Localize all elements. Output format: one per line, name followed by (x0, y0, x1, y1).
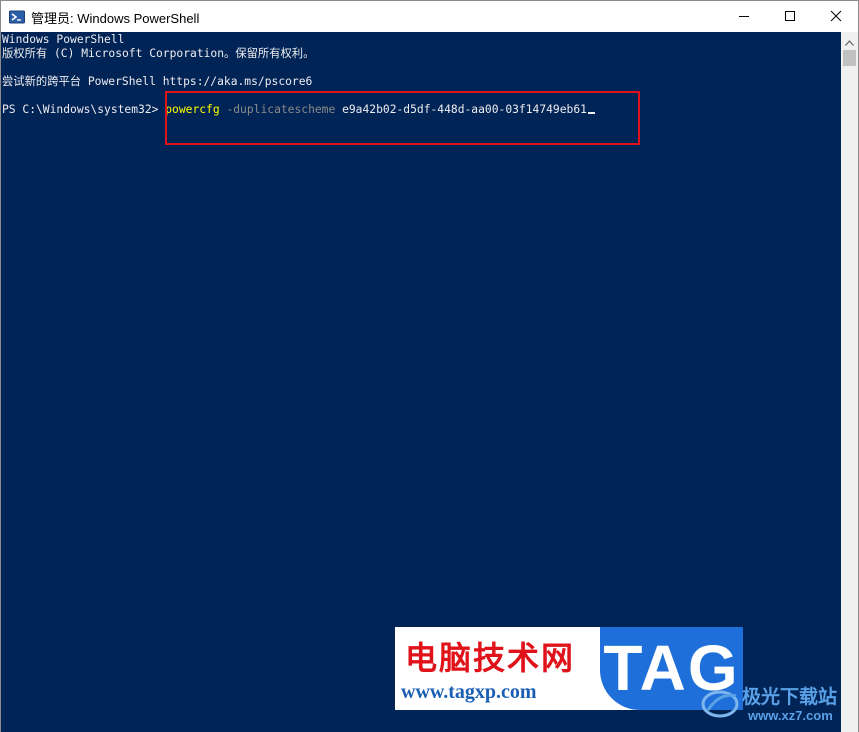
prompt-text: PS C:\Windows\system32> (2, 103, 166, 116)
scroll-up-button[interactable] (841, 32, 858, 49)
minimize-button[interactable] (721, 1, 767, 32)
watermark-xz7: 极光下载站 www.xz7.com (700, 678, 850, 728)
watermark-secondary-name: 极光下载站 (742, 686, 838, 708)
title-bar[interactable]: 管理员: Windows PowerShell (1, 1, 858, 32)
console-line-pscore: 尝试新的跨平台 PowerShell https://aka.ms/pscore… (2, 75, 313, 88)
close-icon (830, 7, 842, 26)
console-line-header: Windows PowerShell (2, 33, 125, 46)
maximize-button[interactable] (767, 1, 813, 32)
highlight-box (165, 91, 640, 145)
chevron-up-icon (845, 31, 854, 50)
maximize-icon (784, 7, 796, 26)
watermark-secondary-url: www.xz7.com (748, 708, 833, 723)
aurora-logo-icon (700, 682, 742, 722)
watermark-site-url: www.tagxp.com (401, 681, 537, 703)
powershell-window: 管理员: Windows PowerShell Windows PowerShe… (0, 0, 859, 732)
window-title: 管理员: Windows PowerShell (31, 11, 200, 26)
console-line-copyright: 版权所有 (C) Microsoft Corporation。保留所有权利。 (2, 47, 315, 60)
powershell-icon (9, 9, 25, 25)
minimize-icon (738, 7, 750, 26)
vertical-scrollbar[interactable] (841, 32, 858, 732)
watermark-site-name: 电脑技术网 (405, 639, 576, 677)
close-button[interactable] (813, 1, 859, 32)
watermark-tagxp: 电脑技术网 www.tagxp.com TAG (395, 627, 743, 710)
scroll-thumb[interactable] (843, 50, 856, 66)
